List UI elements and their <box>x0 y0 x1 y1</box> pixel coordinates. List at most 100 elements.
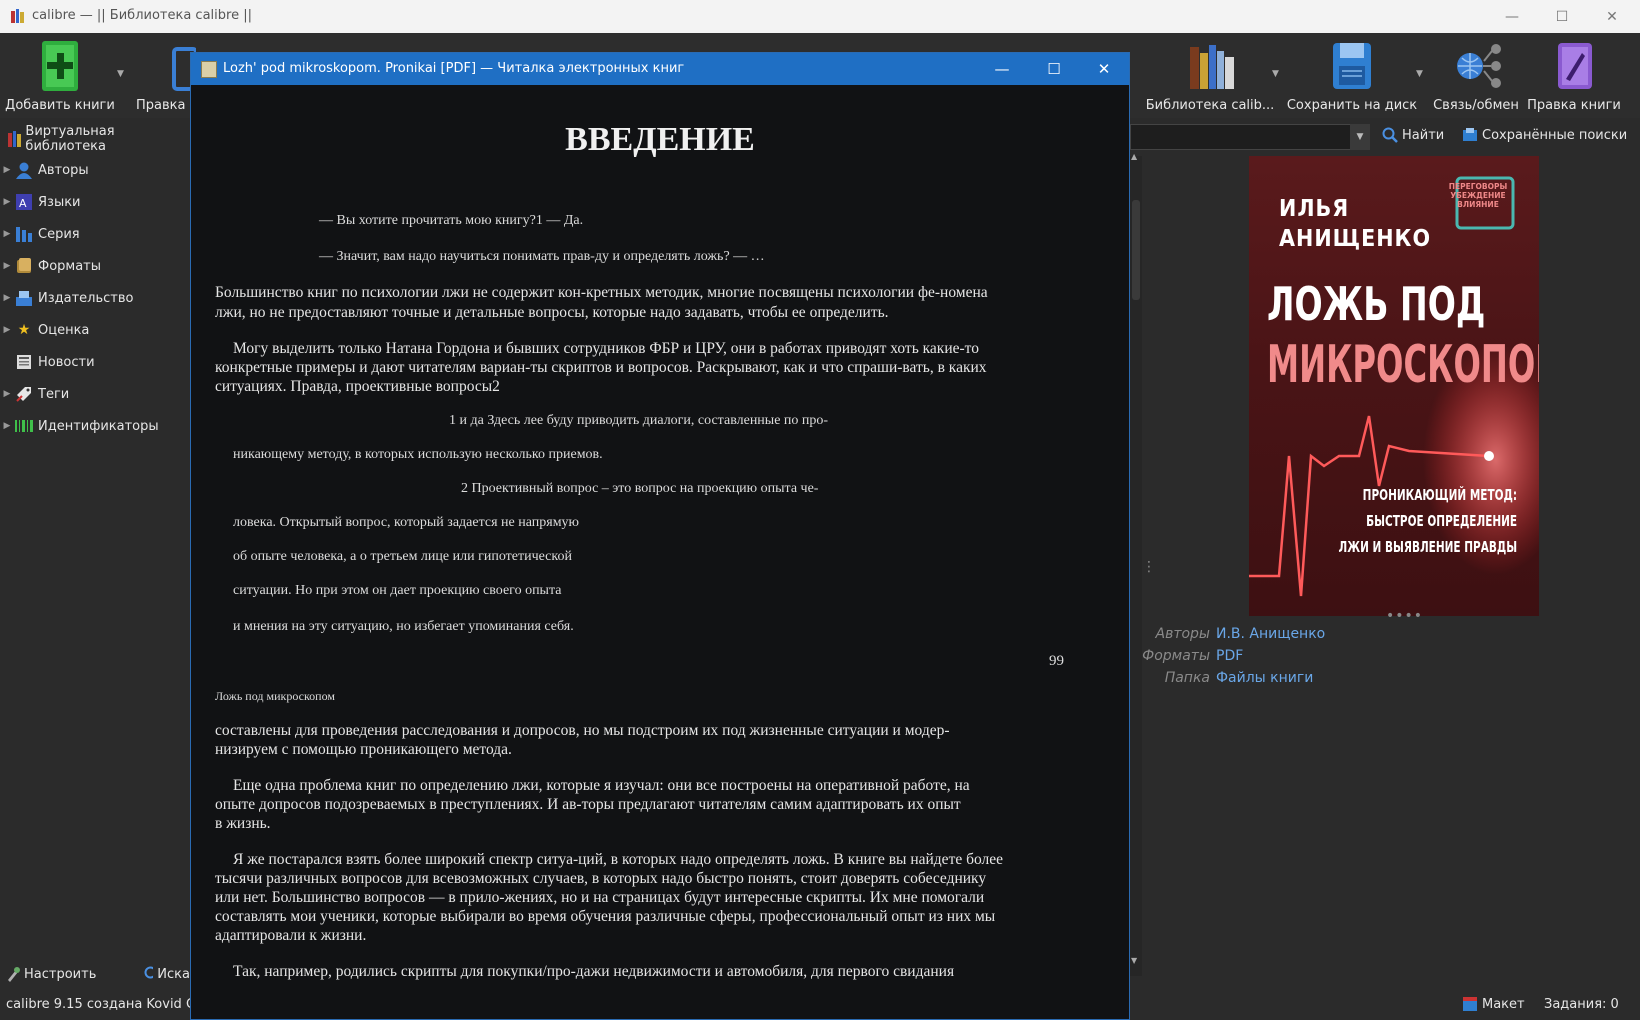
configure-button[interactable]: Настроить <box>6 966 96 982</box>
minimize-icon: — <box>994 60 1010 78</box>
tree-item-languages[interactable]: ▶ A Языки <box>0 188 81 216</box>
book-cover[interactable]: ИЛЬЯ АНИЩЕНКО ПЕРЕГОВОРЫ УБЕЖДЕНИЕ ВЛИЯН… <box>1249 156 1539 616</box>
minimize-icon: — <box>1505 8 1519 25</box>
configure-icon <box>8 967 20 982</box>
search-icon <box>144 966 154 979</box>
tag-browser: Виртуальная библиотека ▶ Авторы ▶ A Язык… <box>0 118 192 1020</box>
library-button[interactable]: Библиотека calib... <box>1146 33 1274 118</box>
book-details-panel: ▲ ▼ ⋮ ИЛЬЯ АНИЩЕНКО ПЕРЕГОВОРЫ УБЕЖДЕНИЕ… <box>1130 152 1640 976</box>
find-button[interactable]: Найти <box>1382 127 1444 143</box>
paragraph-3-line-2: низируем с помощью проникающего метода. <box>215 741 512 758</box>
rating-icon: ★ <box>17 322 31 338</box>
authors-icon <box>14 160 34 180</box>
tree-item-identifiers[interactable]: ▶ Идентификаторы <box>0 412 159 440</box>
book-page-view[interactable]: ВВЕДЕНИЕ — Вы хотите прочитать мою книгу… <box>191 85 1129 1019</box>
tree-item-formats[interactable]: ▶ Форматы <box>0 252 101 280</box>
viewer-title-bar: Lozh' pod mikroskopom. Pronikai [PDF] — … <box>191 53 1129 85</box>
tree-item-publisher[interactable]: ▶ Издательство <box>0 284 133 312</box>
virtual-library-icon <box>8 131 21 147</box>
main-minimize-button[interactable]: — <box>1488 0 1536 33</box>
cover-subtitle: ПРОНИКАЮЩИЙ МЕТОД: БЫСТРОЕ ОПРЕДЕЛЕНИЕ Л… <box>1338 486 1517 556</box>
viewer-minimize-button[interactable]: — <box>977 53 1027 85</box>
languages-icon: A <box>14 192 34 212</box>
search-input[interactable] <box>1130 124 1370 150</box>
expand-arrow-icon[interactable]: ▶ <box>0 389 14 399</box>
tree-item-authors[interactable]: ▶ Авторы <box>0 156 89 184</box>
paragraph-5-line-4: составлять мои ученики, которые выбирали… <box>215 908 996 925</box>
scrollbar-thumb[interactable] <box>1132 200 1140 300</box>
edit-metadata-button[interactable]: Правка м <box>136 33 199 118</box>
viewer-close-button[interactable]: ✕ <box>1079 53 1129 85</box>
expand-arrow-icon[interactable]: ▶ <box>0 261 14 271</box>
scroll-down-icon[interactable]: ▼ <box>1131 956 1137 965</box>
book-list-scrollbar[interactable]: ▲ ▼ <box>1130 152 1142 976</box>
news-icon <box>14 352 34 372</box>
viewer-app-icon <box>201 61 217 78</box>
cover-title-line2: МИКРОСКОПОМ <box>1267 335 1539 395</box>
paragraph-4-line-3: в жизнь. <box>215 815 271 832</box>
main-window-title: calibre — || Библиотека calibre || <box>32 8 252 23</box>
connect-share-icon <box>1454 39 1501 93</box>
search-history-dropdown[interactable]: ▼ <box>1350 124 1370 150</box>
footnote-2-line-3: об опыте человека, а о третьем лице или … <box>233 549 572 564</box>
cover-title-line1: ЛОЖЬ ПОД <box>1267 277 1486 331</box>
close-icon: ✕ <box>1097 60 1111 78</box>
chevron-down-icon[interactable]: ▼ <box>1416 69 1423 79</box>
tree-item-rating[interactable]: ▶ ★ Оценка <box>0 316 90 344</box>
detail-authors-row: Авторы И.В. Анищенко <box>1155 626 1326 642</box>
connect-share-button[interactable]: Связь/обмен <box>1430 33 1522 118</box>
splitter-handle[interactable]: ⋮ <box>1142 560 1156 588</box>
expand-arrow-icon[interactable]: ▶ <box>0 165 14 175</box>
ebook-viewer-window: Lozh' pod mikroskopom. Pronikai [PDF] — … <box>190 52 1130 1020</box>
calibre-app-icon <box>10 8 26 24</box>
layout-button[interactable]: Макет <box>1462 996 1525 1012</box>
layout-icon <box>1463 997 1477 1011</box>
main-close-button[interactable]: ✕ <box>1588 0 1636 33</box>
paragraph-6-line-1: Так, например, родились скрипты для поку… <box>233 963 955 980</box>
expand-arrow-icon[interactable]: ▶ <box>0 229 14 239</box>
expand-arrow-icon[interactable]: ▶ <box>0 421 14 431</box>
chevron-down-icon[interactable]: ▼ <box>1272 69 1279 79</box>
edit-book-button[interactable]: Правка книги <box>1526 33 1622 118</box>
paragraph-5-line-5: адаптировали к жизни. <box>215 927 367 944</box>
saved-searches-button[interactable]: Сохранённые поиски <box>1462 127 1627 143</box>
jobs-indicator[interactable]: Задания: 0 <box>1544 997 1619 1012</box>
add-books-button[interactable]: Добавить книги <box>5 33 115 118</box>
save-disk-icon <box>1330 39 1374 93</box>
expand-arrow-icon[interactable]: ▶ <box>0 325 14 335</box>
tree-item-series[interactable]: ▶ Серия <box>0 220 80 248</box>
footnote-2-line-4: ситуации. Но при этом он дает проекцию с… <box>233 583 562 598</box>
detail-folder-row: Папка Файлы книги <box>1164 670 1314 686</box>
scroll-up-icon[interactable]: ▲ <box>1131 152 1137 161</box>
save-to-disk-button[interactable]: Сохранить на диск <box>1287 33 1417 118</box>
status-text: calibre 9.15 создана Kovid Goya <box>6 997 190 1012</box>
paragraph-5-line-2: тысячи различных вопросов для всевозможн… <box>215 870 987 887</box>
running-header: Ложь под микроскопом <box>215 689 335 703</box>
find-in-tags-button[interactable]: Иска <box>144 966 190 982</box>
dialog-line-2: — Значит, вам надо научиться понимать пр… <box>319 249 765 264</box>
expand-arrow-icon[interactable]: ▶ <box>0 197 14 207</box>
paragraph-5-line-3: или нет. Большинство вопросов — в прило-… <box>215 889 985 906</box>
tree-item-news[interactable]: Новости <box>0 348 95 376</box>
search-icon <box>1382 127 1398 143</box>
format-link[interactable]: PDF <box>1216 648 1243 664</box>
virtual-library-button[interactable]: Виртуальная библиотека <box>8 124 192 154</box>
svg-text:A: A <box>19 197 27 210</box>
main-maximize-button[interactable]: ☐ <box>1538 0 1586 33</box>
paragraph-4-line-2: опыте допросов подозреваемых в преступле… <box>215 796 961 813</box>
cover-splitter-handle[interactable]: •••• <box>1386 608 1423 624</box>
tree-item-tags[interactable]: ▶ Теги <box>0 380 69 408</box>
chevron-down-icon[interactable]: ▼ <box>117 69 124 79</box>
viewer-window-title: Lozh' pod mikroskopom. Pronikai [PDF] — … <box>223 61 685 76</box>
close-icon: ✕ <box>1606 8 1618 25</box>
author-link[interactable]: И.В. Анищенко <box>1216 626 1325 642</box>
saved-search-icon <box>1463 128 1477 141</box>
folder-link[interactable]: Файлы книги <box>1216 670 1313 686</box>
main-title-bar: calibre — || Библиотека calibre || — ☐ ✕ <box>0 0 1640 34</box>
expand-arrow-icon[interactable]: ▶ <box>0 293 14 303</box>
footnote-2-line-2: ловека. Открытый вопрос, который задаетс… <box>233 515 580 530</box>
paragraph-3-line-1: составлены для проведения расследования … <box>215 722 950 739</box>
publisher-icon <box>14 288 34 308</box>
viewer-maximize-button[interactable]: ☐ <box>1029 53 1079 85</box>
footnote-2-line-1: 2 Проективный вопрос – это вопрос на про… <box>461 481 819 496</box>
